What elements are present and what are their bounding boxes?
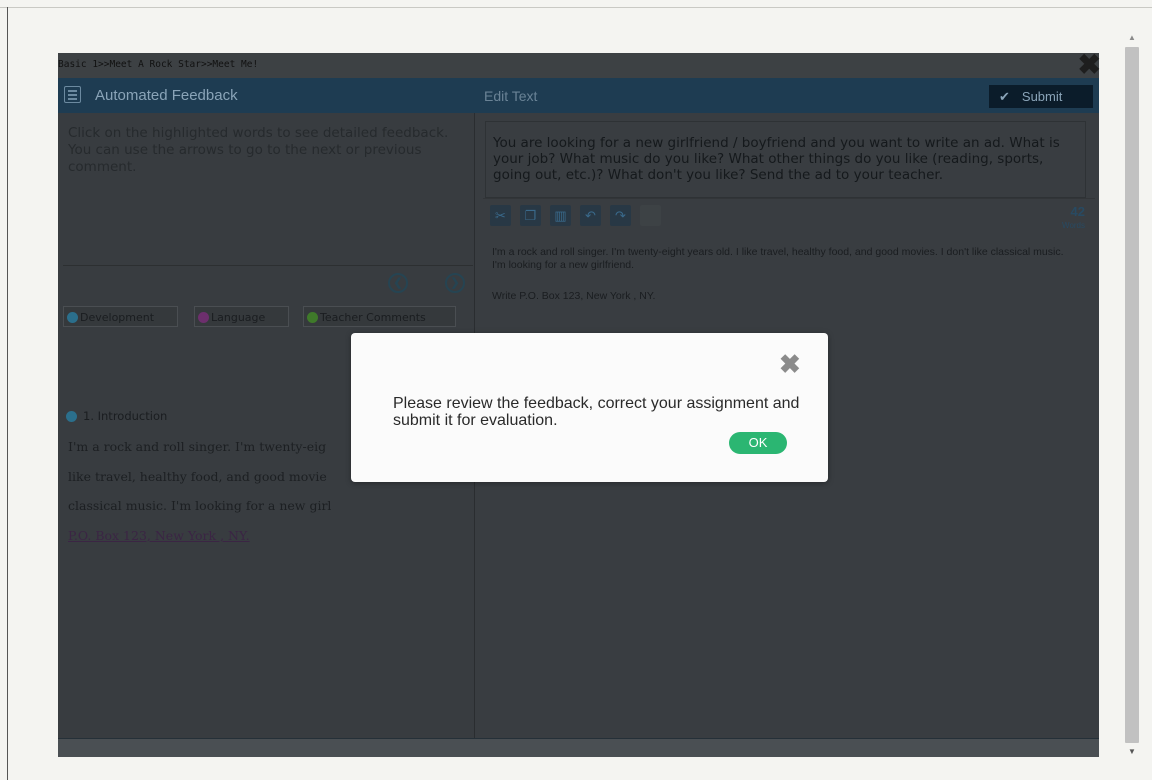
redo-icon[interactable]: ↷ (610, 205, 631, 226)
divider (63, 265, 473, 266)
scroll-down-arrow-icon[interactable]: ▼ (1124, 744, 1140, 760)
menu-icon[interactable] (64, 86, 81, 103)
teacher-dot-icon (307, 312, 318, 323)
feedback-title: Automated Feedback (95, 87, 238, 104)
review-feedback-dialog: ✖ Please review the feedback, correct yo… (351, 333, 828, 482)
window-close-icon[interactable]: ✖ (1078, 51, 1101, 79)
checkmark-icon: ✔ (999, 89, 1010, 104)
feedback-header: Automated Feedback (58, 78, 474, 113)
divider (483, 198, 1095, 199)
tab-label: Language (211, 311, 266, 324)
undo-icon[interactable]: ↶ (580, 205, 601, 226)
section-heading: 1. Introduction (66, 409, 167, 423)
panel-header-row: Automated Feedback Edit Text ✔ Submit (58, 78, 1099, 113)
cut-icon[interactable]: ✂ (490, 205, 511, 226)
scroll-up-arrow-icon[interactable]: ▲ (1124, 30, 1140, 46)
previous-comment-icon[interactable]: ❮ (388, 273, 408, 293)
window-footer (58, 738, 1099, 757)
close-icon[interactable]: ✖ (779, 351, 801, 377)
next-comment-icon[interactable]: ❯ (445, 273, 465, 293)
essay-editor-text[interactable]: I'm a rock and roll singer. I'm twenty-e… (492, 246, 1077, 272)
tab-label: Development (80, 311, 155, 324)
submit-label: Submit (1021, 89, 1063, 104)
assignment-prompt: You are looking for a new girlfriend / b… (493, 135, 1060, 183)
left-border (7, 7, 8, 780)
tab-label: Teacher Comments (320, 311, 426, 324)
essay-editor-address[interactable]: Write P.O. Box 123, New York , NY. (492, 290, 655, 302)
word-count-label: Words (1062, 221, 1085, 230)
feedback-instructions: Click on the highlighted words to see de… (68, 125, 449, 175)
word-count: 42 (1070, 204, 1085, 219)
ok-button[interactable]: OK (729, 432, 787, 454)
essay-line[interactable]: I'm a rock and roll singer. I'm twenty-e… (68, 439, 326, 454)
address-link[interactable]: P.O. Box 123, New York , NY. (68, 528, 250, 543)
language-dot-icon (198, 312, 209, 323)
section-heading-text: 1. Introduction (83, 409, 168, 423)
dialog-message: Please review the feedback, correct your… (393, 395, 800, 429)
essay-line[interactable]: like travel, healthy food, and good movi… (68, 469, 327, 484)
submit-button[interactable]: ✔ Submit (989, 85, 1093, 108)
disabled-tool-icon (640, 205, 661, 226)
development-dot-icon (66, 411, 77, 422)
paste-icon[interactable]: ▥ (550, 205, 571, 226)
top-border (0, 7, 1152, 8)
development-dot-icon (67, 312, 78, 323)
copy-icon[interactable]: ❐ (520, 205, 541, 226)
tab-language[interactable]: Language (194, 306, 289, 327)
essay-line[interactable]: classical music. I'm looking for a new g… (68, 498, 331, 513)
scroll-thumb[interactable] (1125, 47, 1139, 743)
breadcrumb: Basic 1>>Meet A Rock Star>>Meet Me! (58, 59, 259, 70)
page-scrollbar[interactable]: ▲ ▼ (1124, 30, 1140, 760)
edit-text-title: Edit Text (484, 88, 538, 104)
breadcrumb-bar: Basic 1>>Meet A Rock Star>>Meet Me! ✖ (58, 51, 1101, 79)
tab-teacher-comments[interactable]: Teacher Comments (303, 306, 456, 327)
tab-development[interactable]: Development (63, 306, 178, 327)
